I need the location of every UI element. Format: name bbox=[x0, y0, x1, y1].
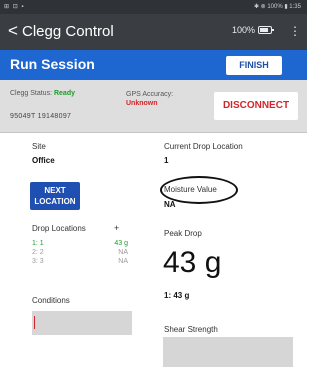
disconnect-button[interactable]: DISCONNECT bbox=[214, 92, 298, 120]
site-label: Site bbox=[32, 142, 46, 151]
gps-accuracy: GPS Accuracy: Unknown bbox=[126, 90, 173, 108]
overflow-menu-icon[interactable]: ⋮ bbox=[289, 24, 301, 38]
shear-strength-input[interactable] bbox=[163, 337, 293, 367]
app-bar: < Clegg Control 100% ⋮ bbox=[0, 14, 307, 50]
moisture-value: NA bbox=[164, 200, 176, 209]
clegg-status-label: Clegg Status: bbox=[10, 90, 53, 97]
app-title: Clegg Control bbox=[22, 23, 114, 40]
finish-button[interactable]: FINISH bbox=[226, 56, 282, 75]
battery-level: 100% bbox=[232, 25, 256, 35]
drop-location-value: 43 g bbox=[114, 240, 128, 247]
next-location-line2: LOCATION bbox=[34, 197, 76, 206]
drop-location-key: 2: 2 bbox=[32, 249, 44, 256]
current-drop-location-label: Current Drop Location bbox=[164, 142, 243, 151]
current-drop-location-value: 1 bbox=[164, 156, 169, 165]
moisture-value-label: Moisture Value bbox=[164, 185, 217, 194]
add-drop-location-button[interactable]: + bbox=[114, 223, 119, 233]
peak-drop-label: Peak Drop bbox=[164, 229, 202, 238]
next-location-line1: NEXT bbox=[44, 186, 66, 195]
peak-drop-detail: 1: 43 g bbox=[164, 291, 190, 300]
session-header: Run Session FINISH bbox=[0, 50, 307, 80]
peak-drop-value: 43 g bbox=[163, 246, 222, 279]
drop-location-key: 3: 3 bbox=[32, 258, 44, 265]
back-arrow-icon[interactable]: < bbox=[8, 21, 18, 41]
drop-location-key: 1: 1 bbox=[32, 240, 44, 247]
conditions-input[interactable] bbox=[32, 311, 132, 335]
gps-accuracy-value: Unknown bbox=[126, 100, 158, 107]
site-value: Office bbox=[32, 156, 55, 165]
session-title: Run Session bbox=[10, 56, 95, 72]
clegg-status-value: Ready bbox=[53, 90, 75, 97]
shear-strength-label: Shear Strength bbox=[164, 325, 218, 334]
status-icons-right: ✱ ⊗ 100% ▮ 1:35 bbox=[253, 4, 301, 10]
battery-icon bbox=[258, 26, 274, 34]
text-cursor bbox=[34, 316, 35, 329]
connection-panel: Clegg Status: Ready 95049T 19148097 GPS … bbox=[0, 80, 307, 133]
drop-location-value: NA bbox=[118, 258, 128, 265]
drop-location-value: NA bbox=[118, 249, 128, 256]
clegg-status: Clegg Status: Ready bbox=[10, 90, 75, 97]
status-icons-left: ⊞ ⊡ ▪ bbox=[4, 4, 25, 10]
drop-locations-label: Drop Locations bbox=[32, 224, 86, 233]
system-status-bar: ⊞ ⊡ ▪ ✱ ⊗ 100% ▮ 1:35 bbox=[0, 0, 307, 14]
device-serial: 95049T 19148097 bbox=[10, 113, 72, 120]
next-location-button[interactable]: NEXT LOCATION bbox=[30, 182, 80, 210]
gps-accuracy-label: GPS Accuracy: bbox=[126, 91, 174, 98]
conditions-label: Conditions bbox=[32, 296, 70, 305]
